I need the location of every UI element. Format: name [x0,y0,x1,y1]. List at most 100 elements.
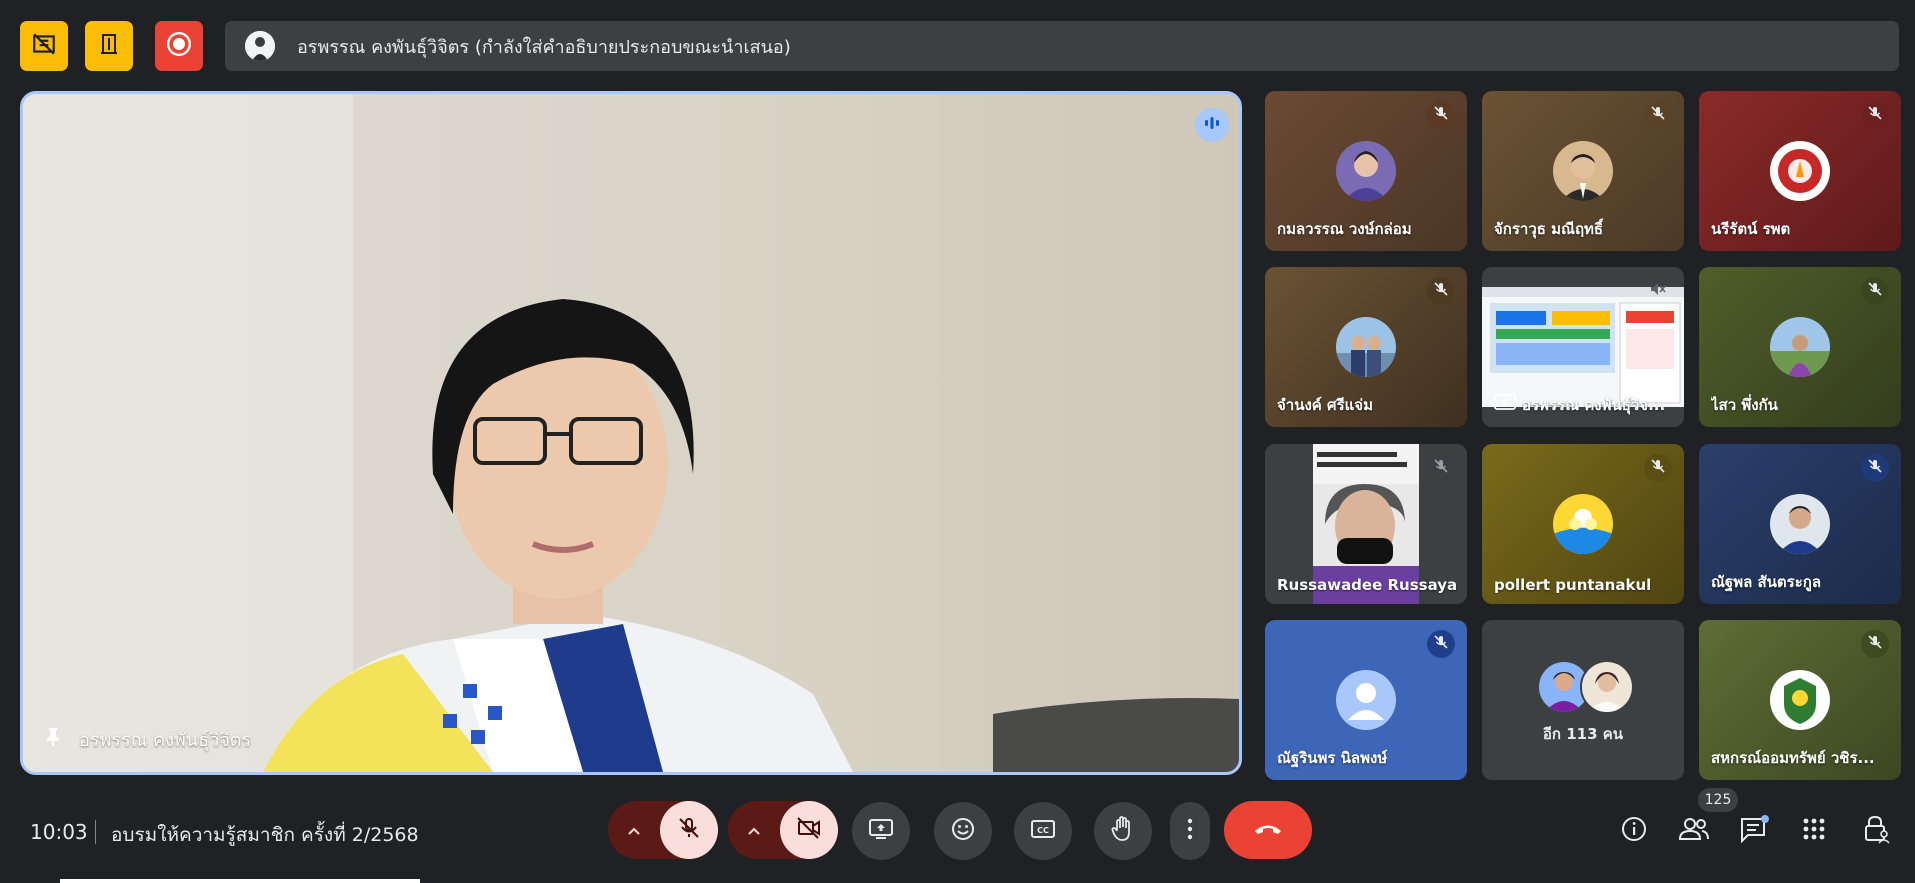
bottom-bar: 10:03 อบรมให้ความรู้สมาชิก ครั้งที่ 2/25… [0,780,1915,883]
avatar [1553,494,1613,554]
participant-tile[interactable]: กมลวรรณ วงษ์กล่อม [1265,91,1467,251]
participant-tile[interactable]: ณัฐพล สันตระกูล [1699,444,1901,604]
mic-off-icon [1433,458,1449,478]
camera-control [728,801,838,859]
presenter-caption: อรพรรณ คงพันธุ์วิจิตร (กำลังใส่คำอธิบายป… [297,36,791,58]
participant-name: อรพรรณ คงพันธุ์วิจ... [1522,396,1666,414]
presentation-tile[interactable]: อรพรรณ คงพันธุ์วิจ... [1482,267,1684,427]
camera-off-icon [796,816,822,844]
meeting-details-button[interactable] [1616,813,1652,849]
main-speaker-name: อรพรรณ คงพันธุ์วิจิตร [79,730,252,751]
meeting-title: อบรมให้ความรู้สมาชิก ครั้งที่ 2/2568 [111,824,419,846]
mic-control [608,801,718,859]
clock: 10:03 [30,820,88,844]
mic-off-icon [677,816,701,844]
participant-tile[interactable]: จักราวุธ มณีฤทธิ์ [1482,91,1684,251]
audio-options-button[interactable] [608,801,660,859]
captions-button[interactable]: CC [1014,802,1072,860]
participant-name: กมลวรรณ วงษ์กล่อม [1277,220,1412,238]
mic-off-indicator [1427,630,1455,658]
more-participants-label: อีก 113 คน [1542,725,1624,743]
participant-tile[interactable]: Russawadee Russaya... [1265,444,1467,604]
avatar [1770,670,1830,730]
participant-tile[interactable]: ไสว พึ่งกัน [1699,267,1901,427]
more-options-button[interactable] [1170,802,1210,860]
participant-count-badge: 125 [1698,788,1738,812]
speaker-video-frame [23,94,1239,772]
chevron-up-icon [747,821,761,840]
mic-off-indicator [1861,101,1889,129]
video-options-button[interactable] [728,801,780,859]
divider [95,820,96,844]
mic-off-icon [1433,281,1449,301]
participant-name: Russawadee Russaya... [1277,576,1457,594]
people-icon [1678,816,1710,846]
speaking-indicator [1195,108,1229,142]
presenter-avatar [245,31,275,61]
avatar [1770,494,1830,554]
chat-icon [1739,815,1769,847]
activities-button[interactable] [1796,813,1832,849]
mic-off-indicator [1644,101,1672,129]
mic-off-indicator [1861,630,1889,658]
apps-grid-icon [1802,817,1826,845]
audio-wave-icon [1203,114,1221,136]
avatar [1580,660,1634,714]
mic-off-icon [1867,634,1883,654]
participant-name: ณัฐพล สันตระกูล [1711,573,1822,591]
avatar [1336,317,1396,377]
mic-off-icon [1433,634,1449,654]
participant-tile[interactable]: จำนงค์ ศรีแจ่ม [1265,267,1467,427]
closed-captions-icon: CC [1030,818,1056,844]
breakout-room-button[interactable] [85,21,133,71]
participant-name: จักราวุธ มณีฤทธิ์ [1494,220,1604,238]
mic-off-indicator [1427,101,1455,129]
present-screen-icon [1494,394,1516,416]
avatar [1770,141,1830,201]
participant-name: นรีรัตน์ รพต [1711,220,1791,238]
info-icon [1620,815,1648,847]
present-screen-button[interactable] [852,802,910,860]
mic-toggle-button[interactable] [660,801,718,859]
mic-off-icon [1650,458,1666,478]
main-speaker-video[interactable]: อรพรรณ คงพันธุ์วิจิตร [20,91,1242,775]
participant-tile[interactable]: นรีรัตน์ รพต [1699,91,1901,251]
hide-tiles-button[interactable] [20,21,68,71]
mic-off-icon [1867,105,1883,125]
mic-off-indicator [1861,454,1889,482]
volume-off-icon [1649,280,1667,302]
presenter-banner[interactable]: อรพรรณ คงพันธุ์วิจิตร (กำลังใส่คำอธิบายป… [225,21,1899,71]
participant-name: ณัฐรินพร นิลพงษ์ [1277,749,1388,767]
mic-off-icon [1433,105,1449,125]
taskbar-strip [60,879,420,883]
present-screen-icon [868,818,894,844]
raise-hand-button[interactable] [1094,802,1152,860]
camera-toggle-button[interactable] [780,801,838,859]
leave-call-button[interactable] [1224,801,1312,859]
hand-icon [1111,816,1135,846]
lock-person-icon [1862,814,1890,848]
chevron-up-icon [627,821,641,840]
participant-tile[interactable]: pollert puntanakul [1482,444,1684,604]
svg-text:CC: CC [1037,826,1049,835]
reactions-button[interactable] [934,802,992,860]
default-avatar [1336,670,1396,730]
mic-off-indicator [1644,454,1672,482]
participant-tile[interactable]: ณัฐรินพร นิลพงษ์ [1265,620,1467,780]
people-button[interactable] [1676,813,1712,849]
muted-speaker-indicator [1644,277,1672,305]
mic-off-indicator [1427,277,1455,305]
recording-button[interactable] [155,21,203,71]
top-bar: อรพรรณ คงพันธุ์วิจิตร (กำลังใส่คำอธิบายป… [0,0,1915,92]
avatar [1336,141,1396,201]
more-participants-tile[interactable]: อีก 113 คน [1482,620,1684,780]
chat-button[interactable] [1736,813,1772,849]
door-icon [97,32,121,60]
mic-off-icon [1867,281,1883,301]
avatar [1770,317,1830,377]
more-vert-icon [1187,818,1193,844]
participant-name: สหกรณ์ออมทรัพย์ วชิร... [1711,749,1875,767]
host-controls-button[interactable] [1858,813,1894,849]
pin-icon[interactable] [45,727,61,752]
participant-tile[interactable]: สหกรณ์ออมทรัพย์ วชิร... [1699,620,1901,780]
